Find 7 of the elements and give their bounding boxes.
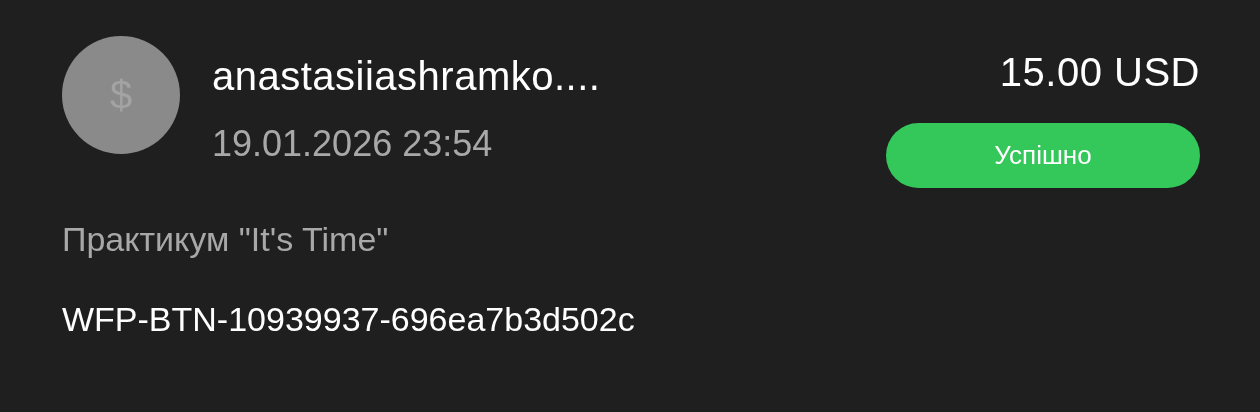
transaction-description: Практикум "It's Time" [62, 219, 390, 260]
avatar-icon: $ [62, 36, 180, 154]
amount: 15.00 USD [999, 49, 1200, 96]
status-badge: Успішно [886, 123, 1200, 188]
transaction-date: 19.01.2026 23:54 [212, 122, 494, 166]
payer-name: anastasiiashramko.... [212, 53, 601, 100]
transaction-reference: WFP-BTN-10939937-696ea7b3d502c [62, 299, 636, 340]
